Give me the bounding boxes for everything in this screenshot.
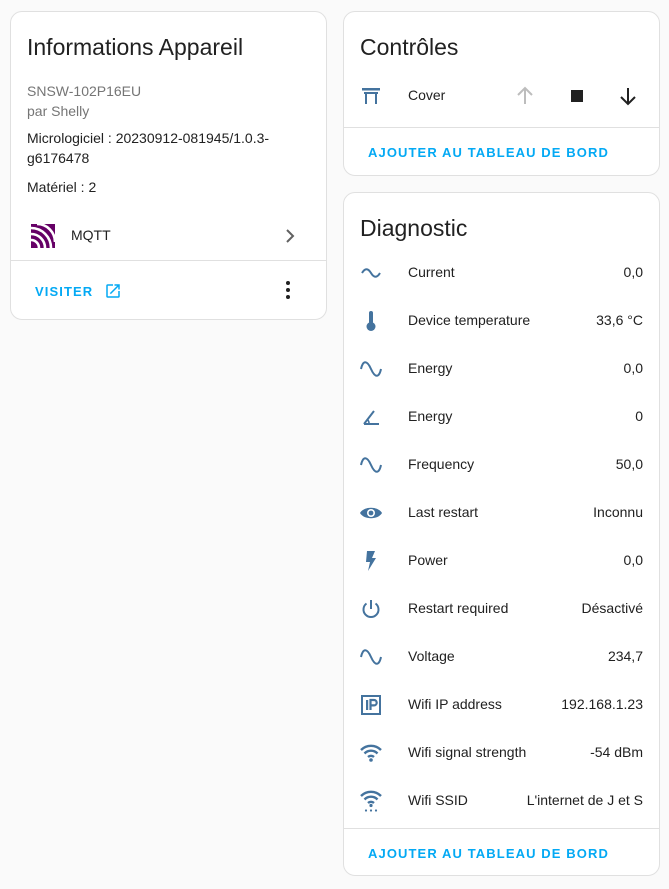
add-to-dashboard-button[interactable]: AJOUTER AU TABLEAU DE BORD [368, 846, 609, 861]
stop-icon[interactable] [565, 84, 589, 108]
diagnostic-row[interactable]: Wifi signal strength -54 dBm [344, 729, 659, 777]
controls-title: Contrôles [360, 34, 459, 60]
diagnostic-row[interactable]: Energy 0 [344, 393, 659, 441]
device-model: SNSW-102P16EU [27, 83, 142, 99]
integration-label: MQTT [71, 227, 111, 243]
sine-wave-icon [359, 453, 383, 477]
diagnostic-row[interactable]: Power 0,0 [344, 537, 659, 585]
mqtt-icon [31, 224, 55, 248]
integration-mqtt-row[interactable]: MQTT [11, 212, 326, 260]
divider [344, 828, 659, 829]
diagnostic-row[interactable]: Current 0,0 [344, 249, 659, 297]
chevron-right-icon [278, 224, 302, 248]
diagnostic-row[interactable]: Wifi SSID L'internet de J et S [344, 777, 659, 825]
sine-wave-icon [359, 645, 383, 669]
blinds-icon [359, 84, 383, 108]
angle-acute-icon [359, 405, 383, 429]
wifi-icon [359, 741, 383, 765]
divider [344, 127, 659, 128]
controls-card: Contrôles Cover AJOUTER AU TABLEAU DE BO… [343, 11, 660, 176]
diagnostic-row[interactable]: Restart required Désactivé [344, 585, 659, 633]
power-icon [359, 597, 383, 621]
diagnostic-row[interactable]: Device temperature 33,6 °C [344, 297, 659, 345]
thermometer-icon [359, 309, 383, 333]
arrow-up-icon[interactable] [513, 84, 537, 108]
cover-label: Cover [408, 87, 446, 103]
divider [11, 260, 326, 261]
sine-wave-icon [359, 357, 383, 381]
wifi-settings-icon [359, 789, 383, 813]
arrow-down-icon[interactable] [616, 84, 640, 108]
firmware-version: Micrologiciel : 20230912-081945/1.0.3- g… [27, 130, 270, 166]
current-ac-icon [359, 261, 383, 285]
cover-entity-row[interactable]: Cover [344, 72, 659, 120]
device-manufacturer: par Shelly [27, 103, 90, 119]
flash-icon [359, 549, 383, 573]
diagnostic-row[interactable]: Voltage 234,7 [344, 633, 659, 681]
diagnostic-row[interactable]: Wifi IP address 192.168.1.23 [344, 681, 659, 729]
device-info-title: Informations Appareil [27, 34, 244, 60]
diagnostic-card: Diagnostic Current 0,0 Device temperatur… [343, 192, 660, 876]
diagnostic-row[interactable]: Last restart Inconnu [344, 489, 659, 537]
diagnostic-title: Diagnostic [360, 215, 468, 241]
diagnostic-row[interactable]: Frequency 50,0 [344, 441, 659, 489]
more-vert-icon[interactable] [276, 278, 300, 302]
open-in-new-icon [104, 282, 122, 300]
device-info-card: Informations Appareil SNSW-102P16EU par … [10, 11, 327, 320]
hardware-version: Matériel : 2 [27, 179, 97, 195]
visit-button[interactable]: VISITER [35, 282, 122, 300]
eye-icon [359, 501, 383, 525]
add-to-dashboard-button[interactable]: AJOUTER AU TABLEAU DE BORD [368, 145, 609, 160]
diagnostic-row[interactable]: Energy 0,0 [344, 345, 659, 393]
ip-icon [359, 693, 383, 717]
